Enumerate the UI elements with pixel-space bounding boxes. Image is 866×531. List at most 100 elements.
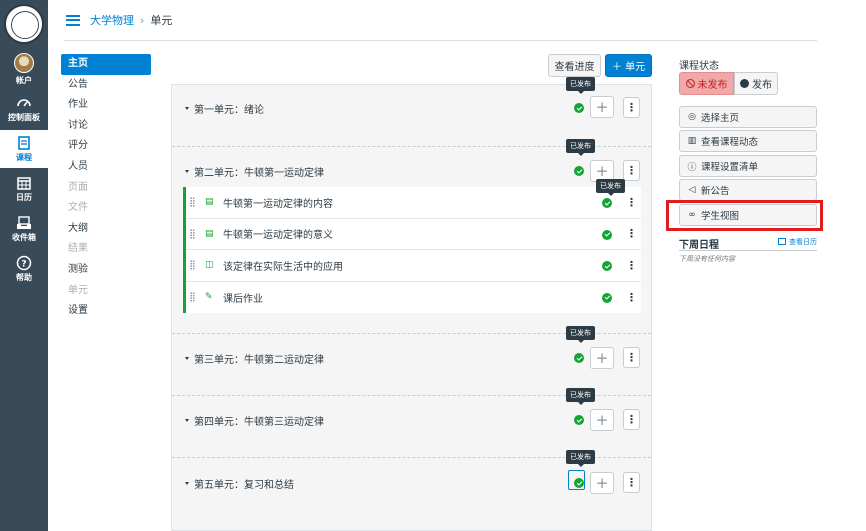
- global-nav-calendar[interactable]: 日历: [0, 170, 48, 208]
- global-nav-account[interactable]: 帐户: [0, 50, 48, 88]
- module-title: 第二单元：牛顿第一运动定律: [194, 167, 324, 179]
- item-menu-icon[interactable]: ⋮: [626, 196, 637, 209]
- published-check-icon[interactable]: [574, 478, 584, 488]
- collapse-caret-icon[interactable]: [185, 418, 189, 422]
- published-check-icon[interactable]: [602, 292, 612, 303]
- publish-check-icon: [740, 79, 749, 88]
- collapse-caret-icon[interactable]: [185, 356, 189, 360]
- course-nav-settings[interactable]: 设置: [61, 301, 151, 322]
- course-nav-files[interactable]: 文件: [61, 198, 151, 219]
- module-title: 第三单元：牛顿第二运动定律: [194, 354, 324, 366]
- course-nav-discussions[interactable]: 讨论: [61, 116, 151, 137]
- breadcrumb-course-link[interactable]: 大学物理: [90, 12, 134, 28]
- course-nav-assignments[interactable]: 作业: [61, 95, 151, 116]
- item-menu-icon[interactable]: ⋮: [626, 259, 637, 272]
- module-menu-button[interactable]: ⋮: [623, 347, 640, 368]
- global-nav-inbox[interactable]: 收件箱: [0, 210, 48, 248]
- breadcrumb-separator: ›: [140, 13, 145, 27]
- module-item-title[interactable]: 课后作业: [223, 290, 263, 305]
- course-nav-modules[interactable]: 单元: [61, 281, 151, 302]
- module-5: 第五单元：复习和总结 已发布 + ⋮: [172, 450, 651, 530]
- view-course-stream-button[interactable]: ▥ 查看课程动态: [679, 130, 817, 152]
- drag-handle-icon[interactable]: [190, 197, 195, 208]
- add-item-button[interactable]: +: [590, 409, 614, 431]
- side-button-label: 新公告: [701, 186, 730, 197]
- published-tooltip: 已发布: [566, 326, 595, 343]
- collapse-caret-icon[interactable]: [185, 106, 189, 110]
- module-menu-button[interactable]: ⋮: [623, 472, 640, 493]
- global-nav-label: 日历: [16, 193, 32, 202]
- university-logo[interactable]: [4, 4, 44, 44]
- course-nav-quizzes[interactable]: 测验: [61, 260, 151, 281]
- course-status-title: 课程状态: [679, 61, 719, 72]
- module-title: 第五单元：复习和总结: [194, 479, 294, 491]
- course-nav-announcements[interactable]: 公告: [61, 75, 151, 96]
- course-nav-grades[interactable]: 评分: [61, 136, 151, 157]
- course-nav-syllabus[interactable]: 大纲: [61, 219, 151, 240]
- upcoming-empty-text: 下周没有任何内容: [679, 255, 735, 263]
- course-nav-outcomes[interactable]: 结果: [61, 239, 151, 260]
- page-icon: ▤: [205, 197, 214, 208]
- course-nav-people[interactable]: 人员: [61, 157, 151, 178]
- breadcrumb: 大学物理 › 单元: [90, 12, 172, 28]
- publish-button[interactable]: 发布: [734, 72, 778, 95]
- target-icon: ◎: [688, 112, 696, 122]
- view-calendar-link[interactable]: 查看日历: [778, 237, 817, 247]
- module-3: 第三单元：牛顿第二运动定律 已发布 + ⋮: [172, 326, 651, 396]
- collapse-caret-icon[interactable]: [185, 169, 189, 173]
- published-check-icon[interactable]: [574, 353, 584, 363]
- module-title: 第四单元：牛顿第三运动定律: [194, 416, 324, 428]
- module-title: 第一单元：绪论: [194, 104, 264, 116]
- global-nav-label: 帮助: [16, 273, 32, 282]
- published-check-icon[interactable]: [574, 103, 584, 113]
- drag-handle-icon[interactable]: [190, 292, 195, 303]
- add-module-button[interactable]: ＋ 单元: [605, 54, 652, 77]
- item-menu-icon[interactable]: ⋮: [626, 291, 637, 304]
- user-avatar: [14, 52, 34, 73]
- published-check-icon[interactable]: [602, 261, 612, 271]
- item-menu-icon[interactable]: ⋮: [626, 227, 637, 240]
- module-item-title[interactable]: 牛顿第一运动定律的内容: [223, 195, 333, 210]
- upcoming-title: 下周日程: [679, 240, 719, 251]
- module-item[interactable]: ▤ 牛顿第一运动定律的内容 已发布 ⋮: [186, 179, 641, 219]
- published-check-icon[interactable]: [602, 229, 612, 240]
- module-menu-button[interactable]: ⋮: [623, 409, 640, 430]
- course-setup-checklist-button[interactable]: ⓘ 课程设置清单: [679, 155, 817, 177]
- module-menu-button[interactable]: ⋮: [623, 160, 640, 181]
- global-nav-dashboard[interactable]: 控制面板: [0, 90, 48, 128]
- side-button-label: 选择主页: [701, 113, 740, 124]
- course-nav-pages[interactable]: 页面: [61, 178, 151, 199]
- global-nav-courses[interactable]: 课程: [0, 130, 48, 168]
- choose-home-button[interactable]: ◎ 选择主页: [679, 106, 817, 128]
- add-item-button[interactable]: +: [590, 347, 614, 369]
- calendar-icon: [778, 238, 786, 245]
- collapse-caret-icon[interactable]: [185, 481, 189, 485]
- chart-icon: ▥: [687, 136, 697, 146]
- module-item-title[interactable]: 该定律在实际生活中的应用: [223, 258, 343, 273]
- hamburger-menu-icon[interactable]: [66, 14, 80, 26]
- book-icon: [18, 136, 30, 150]
- module-item-title[interactable]: 牛顿第一运动定律的意义: [223, 226, 333, 241]
- drag-handle-icon[interactable]: [190, 228, 195, 239]
- drag-handle-icon[interactable]: [190, 260, 195, 271]
- published-check-icon[interactable]: [602, 198, 612, 208]
- add-item-button[interactable]: +: [590, 96, 614, 118]
- course-nav-home[interactable]: 主页: [61, 54, 151, 75]
- module-item[interactable]: ✎ 课后作业 ⋮: [186, 282, 641, 314]
- published-check-icon[interactable]: [574, 415, 584, 425]
- assignment-icon: ✎: [205, 292, 213, 303]
- module-item[interactable]: ◫ 该定律在实际生活中的应用 ⋮: [186, 250, 641, 282]
- page-icon: ▤: [205, 228, 214, 239]
- new-announcement-button[interactable]: ◁ 新公告: [679, 179, 817, 201]
- published-check-icon[interactable]: [574, 166, 584, 176]
- add-item-button[interactable]: +: [590, 472, 614, 494]
- module-menu-button[interactable]: ⋮: [623, 97, 640, 118]
- global-nav: 帐户 控制面板 课程 日历 收件箱 ? 帮助: [0, 0, 48, 531]
- calendar-icon: [17, 177, 31, 190]
- unpublish-button[interactable]: 未发布: [679, 72, 734, 95]
- global-nav-label: 控制面板: [8, 113, 40, 122]
- side-button-label: 查看课程动态: [701, 137, 759, 148]
- module-item[interactable]: ▤ 牛顿第一运动定律的意义 ⋮: [186, 219, 641, 250]
- global-nav-help[interactable]: ? 帮助: [0, 250, 48, 288]
- view-progress-button[interactable]: 查看进度: [548, 54, 601, 77]
